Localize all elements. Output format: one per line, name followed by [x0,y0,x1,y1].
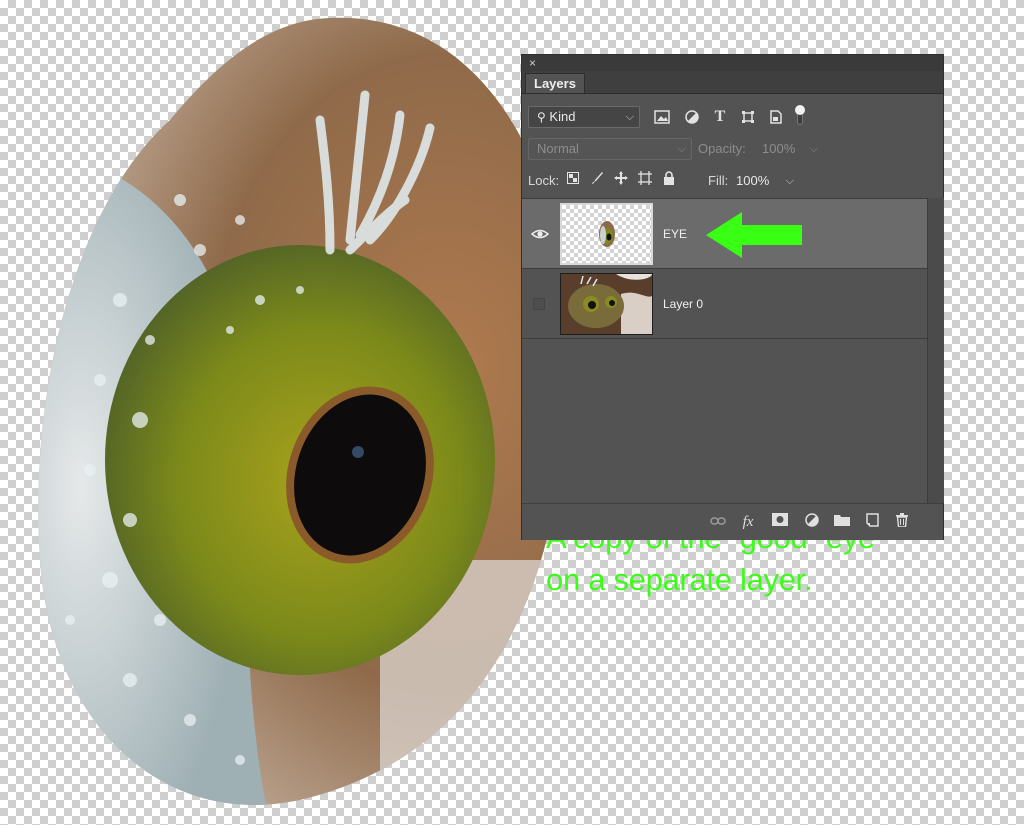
panel-tabbar: Layers [522,71,943,94]
mask-icon[interactable] [770,513,790,531]
smart-object-filter-icon[interactable] [766,107,786,127]
trash-icon[interactable] [892,513,912,531]
layers-panel: × Layers ⚲ Kind ⌵ T Normal ⌵ Opacity: 10… [521,54,944,597]
link-icon[interactable] [708,513,728,531]
layer-name: EYE [663,227,688,241]
lock-label: Lock: [528,173,560,188]
lock-all-icon[interactable] [660,171,678,189]
image-filter-icon[interactable] [652,107,672,127]
tab-layers[interactable]: Layers [525,73,585,93]
filter-toggle-knob [795,105,805,115]
search-icon: ⚲ [537,110,546,124]
adjustment-icon[interactable] [802,513,822,531]
fill-label: Fill: [708,173,729,188]
layer-row-layer-0[interactable]: Layer 0 [522,269,927,339]
filter-toggle[interactable] [795,105,805,127]
lock-artboard-icon[interactable] [636,171,654,189]
kind-filter-label: Kind [549,109,576,124]
panel-bottom-bar: fx [522,503,943,540]
chevron-down-icon: ⌵ [677,143,686,155]
folder-icon[interactable] [832,513,852,531]
chevron-down-icon: ⌵ [625,111,634,123]
new-layer-icon[interactable] [862,513,882,531]
chevron-down-icon: ⌵ [809,143,818,155]
fill-value: 100% [736,173,770,188]
fx-icon[interactable]: fx [738,513,758,531]
lock-image-pixels-icon[interactable] [588,171,606,189]
layer-list-scrollbar[interactable] [927,198,944,503]
fish-thumbnail-image [561,274,652,334]
fill-input[interactable]: 100% ⌵ [732,170,796,192]
adjustment-filter-icon[interactable] [682,107,702,127]
opacity-input[interactable]: 100% ⌵ [758,138,822,160]
eye-visibility-icon[interactable] [530,226,550,242]
layer-name: Layer 0 [663,297,704,311]
layer-thumbnail [560,203,653,265]
shape-filter-icon[interactable] [738,107,758,127]
lock-position-icon[interactable] [612,171,630,189]
type-filter-icon[interactable]: T [710,107,730,127]
panel-titlebar: × [522,55,943,71]
annotation-line: on a separate layer. [546,562,813,597]
eye-thumbnail-image [599,221,615,247]
lock-transparent-pixels-icon[interactable] [564,171,582,189]
lock-row: Lock: Fill: 100% ⌵ [528,170,938,192]
blend-row: Normal ⌵ Opacity: 100% ⌵ [528,138,938,162]
close-icon[interactable]: × [529,56,536,70]
blend-mode-select[interactable]: Normal ⌵ [528,138,692,160]
filter-row: ⚲ Kind ⌵ T [528,105,938,130]
opacity-label: Opacity: [698,141,746,156]
opacity-value: 100% [762,141,796,156]
annotation-arrow-icon [706,212,802,258]
blend-mode-value: Normal [537,141,579,156]
kind-filter-select[interactable]: ⚲ Kind ⌵ [528,106,640,128]
visibility-toggle-empty[interactable] [533,298,545,310]
chevron-down-icon: ⌵ [785,175,794,187]
layer-thumbnail [560,273,653,335]
